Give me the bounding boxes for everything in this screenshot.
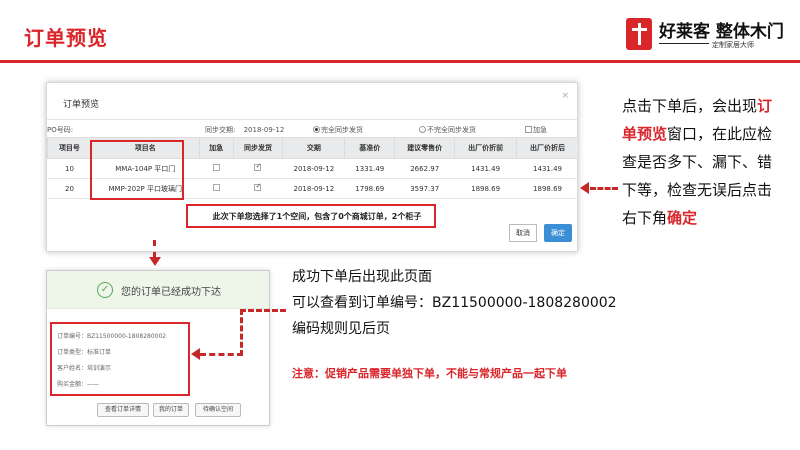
dialog-divider [47,119,577,120]
full-sync-label: 完全同步发货 [321,126,363,134]
success-connector-bottom [200,353,243,356]
note-highlight: 确定 [667,209,698,227]
success-connector-vertical [240,309,243,356]
instruction-note: 点击下单后，会出现订单预览窗口，在此应检查是否多下、漏下、错下等，检查无误后点击… [622,92,782,232]
cell-retail-price: 3597.37 [394,178,455,199]
cell-item-no: 10 [47,158,92,179]
cell-base-price: 1331.49 [344,158,395,179]
cell-date: 2018-09-12 [282,158,345,179]
col-header: 出厂价折前 [454,137,518,159]
header-rule [0,60,800,63]
row-urgent-checkbox[interactable] [212,184,220,191]
down-connector [153,240,156,258]
success-connector-top [240,309,286,312]
cell-sync [233,178,283,199]
logo-mark-icon [626,18,652,50]
cell-factory-post: 1431.49 [516,158,579,179]
order-info-highlight [50,322,190,396]
confirm-button[interactable]: 确定 [544,224,572,242]
full-sync-option[interactable]: 完全同步发货 [313,125,363,135]
po-label: PO号码: [47,126,74,134]
coding-rule-note: 编码规则见后页 [292,321,390,337]
arrow-left-icon [191,348,200,360]
brand-logo: 好莱客 整体木门 定制家居大师 [626,16,786,52]
urgent-option[interactable]: 加急 [525,125,547,135]
col-header: 基准价 [344,137,396,159]
urgent-checkbox[interactable] [525,126,532,133]
promotion-warning: 注意：促销产品需要单独下单，不能与常规产品一起下单 [292,367,567,380]
pending-space-button[interactable]: 待确认空间 [195,403,241,417]
summary-highlight [186,204,436,228]
order-number-note: 可以查看到订单编号：BZ11500000-1808280002 [292,295,617,311]
col-header: 同步发货 [232,137,284,159]
sync-date-group: 同步交期: 2018-09-12 [205,125,284,135]
sync-date-value[interactable]: 2018-09-12 [244,126,285,134]
view-order-detail-button[interactable]: 查看订单详情 [97,403,149,417]
col-header: 交期 [282,137,346,159]
col-header: 加急 [198,137,234,159]
item-name-highlight [90,140,184,200]
success-message: 您的订单已经成功下达 [121,287,221,298]
row-sync-checkbox[interactable] [254,182,262,191]
col-header: 出厂价折后 [516,137,579,159]
cell-retail-price: 2662.97 [394,158,455,179]
arrow-down-icon [149,257,161,266]
logo-slogan: 定制家居大师 [712,41,754,49]
full-sync-radio[interactable] [313,126,320,133]
right-connector [590,187,618,190]
cell-urgent [199,178,234,199]
cell-factory-pre: 1898.69 [454,178,517,199]
close-icon[interactable]: × [561,91,569,101]
urgent-label: 加急 [533,126,547,134]
logo-divider [659,43,709,44]
cell-factory-post: 1898.69 [516,178,579,199]
sync-date-label: 同步交期: [205,126,236,134]
success-note: 成功下单后出现此页面 [292,269,432,285]
cell-date: 2018-09-12 [282,178,345,199]
cell-item-no: 20 [47,178,92,199]
partial-sync-label: 不完全同步发货 [427,126,476,134]
cell-urgent [199,158,234,179]
cancel-button[interactable]: 取消 [509,224,537,242]
partial-sync-option[interactable]: 不完全同步发货 [419,125,476,135]
col-header: 项目号 [47,137,92,159]
col-header: 建议零售价 [394,137,456,159]
cell-factory-pre: 1431.49 [454,158,517,179]
logo-name: 好莱客 整体木门 [659,22,784,42]
cell-base-price: 1798.69 [344,178,395,199]
note-text: 点击下单后，会出现 [622,97,758,115]
cell-sync [233,158,283,179]
slide-title: 订单预览 [24,26,108,50]
my-orders-button[interactable]: 我的订单 [153,403,189,417]
row-sync-checkbox[interactable] [254,162,262,171]
arrow-left-icon [580,182,589,194]
success-banner: ✓ 您的订单已经成功下达 [47,271,269,309]
row-urgent-checkbox[interactable] [212,164,220,171]
partial-sync-radio[interactable] [419,126,426,133]
check-circle-icon: ✓ [97,282,113,298]
dialog-title: 订单预览 [63,100,100,110]
